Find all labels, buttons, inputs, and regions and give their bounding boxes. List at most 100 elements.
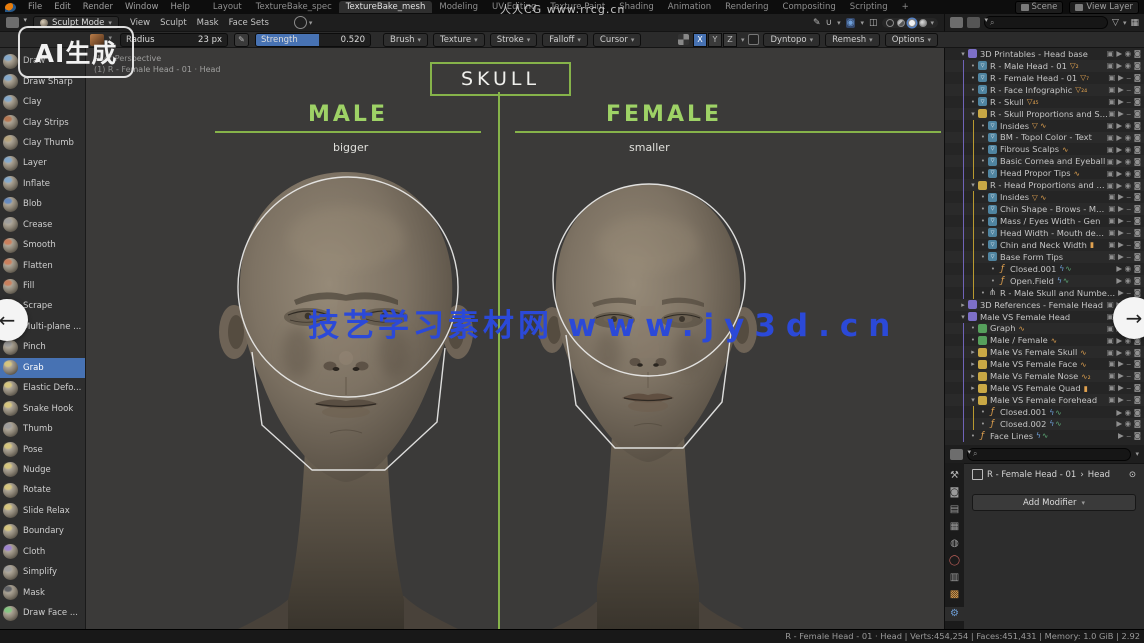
- exclude-checkbox-icon[interactable]: ▣: [1107, 157, 1114, 166]
- exclude-checkbox-icon[interactable]: ▣: [1107, 324, 1114, 333]
- viewport-menu-sculpt[interactable]: Sculpt: [155, 18, 192, 28]
- visibility-eye-icon[interactable]: ⌣: [1126, 192, 1131, 202]
- scene-selector[interactable]: Scene: [1015, 1, 1064, 14]
- visibility-eye-icon[interactable]: ⌣: [1126, 85, 1131, 95]
- render-camera-icon[interactable]: ◙: [1134, 169, 1141, 178]
- selectable-icon[interactable]: ▶: [1118, 85, 1124, 95]
- viewport-menu-view[interactable]: View: [125, 18, 155, 28]
- visibility-eye-icon[interactable]: ◉: [1125, 133, 1132, 142]
- tool-layer[interactable]: Layer: [0, 153, 85, 173]
- render-camera-icon[interactable]: ◙: [1134, 181, 1141, 190]
- render-camera-icon[interactable]: ◙: [1134, 276, 1141, 285]
- render-camera-icon[interactable]: ◙: [1134, 228, 1141, 238]
- selectable-icon[interactable]: ▶: [1116, 61, 1122, 70]
- properties-tab-render[interactable]: ◙: [945, 488, 964, 498]
- render-camera-icon[interactable]: ◙: [1134, 408, 1141, 417]
- tab-scripting[interactable]: Scripting: [843, 1, 895, 13]
- viewport-menu-mask[interactable]: Mask: [192, 18, 224, 28]
- visibility-eye-icon[interactable]: ⌣: [1126, 359, 1131, 369]
- tool-draw-face[interactable]: Draw Face ...: [0, 603, 85, 623]
- exclude-checkbox-icon[interactable]: ▣: [1107, 336, 1114, 345]
- outliner-editor-icon[interactable]: [950, 17, 963, 28]
- outliner-row[interactable]: •▽R - Skull▽₄₅▣▶⌣◙: [945, 96, 1144, 108]
- render-camera-icon[interactable]: ◙: [1134, 419, 1141, 428]
- visibility-eye-icon[interactable]: ⌣: [1126, 371, 1131, 381]
- outliner-row[interactable]: •▽R - Face Infographic▽₂₄▣▶⌣◙: [945, 84, 1144, 96]
- selectable-icon[interactable]: ▶: [1118, 109, 1124, 119]
- outliner-row[interactable]: •Male / Female∿▣▶◉◙: [945, 334, 1144, 346]
- visibility-eye-icon[interactable]: ◉: [1125, 157, 1132, 166]
- symmetry-y[interactable]: Y: [708, 33, 722, 47]
- outliner-row[interactable]: •▽Fibrous Scalps∿▣▶◉◙: [945, 143, 1144, 155]
- tab-compositing[interactable]: Compositing: [776, 1, 843, 13]
- popover-texture[interactable]: Texture: [433, 33, 485, 47]
- visibility-eye-icon[interactable]: ◉: [1125, 145, 1132, 154]
- tool-indicator[interactable]: ▾: [294, 16, 313, 29]
- outliner-row[interactable]: •▽R - Male Head - 01▽₂▣▶◉◙: [945, 60, 1144, 72]
- render-camera-icon[interactable]: ◙: [1134, 61, 1141, 70]
- exclude-checkbox-icon[interactable]: ▣: [1108, 371, 1115, 381]
- render-camera-icon[interactable]: ◙: [1134, 133, 1141, 142]
- selectable-icon[interactable]: ▶: [1118, 288, 1124, 298]
- pin-icon[interactable]: ⊙: [1129, 470, 1136, 480]
- xray-toggle-icon[interactable]: ◫: [869, 18, 878, 28]
- outliner-display-mode-icon[interactable]: [967, 17, 980, 28]
- shading-wireframe-icon[interactable]: [886, 19, 894, 27]
- outliner-row[interactable]: ▸Male VS Female Quad▮▣▶⌣◙: [945, 382, 1144, 394]
- popover-options[interactable]: Options: [885, 33, 938, 47]
- render-camera-icon[interactable]: ◙: [1134, 371, 1141, 381]
- visibility-eye-icon[interactable]: ⌣: [1126, 109, 1131, 119]
- exclude-checkbox-icon[interactable]: ▣: [1107, 181, 1114, 190]
- render-camera-icon[interactable]: ◙: [1134, 145, 1141, 154]
- menu-file[interactable]: File: [22, 2, 48, 12]
- tool-snake-hook[interactable]: Snake Hook: [0, 398, 85, 418]
- visibility-eye-icon[interactable]: ◉: [1125, 348, 1132, 357]
- render-camera-icon[interactable]: ◙: [1134, 49, 1141, 58]
- tab-rendering[interactable]: Rendering: [718, 1, 775, 13]
- outliner-row[interactable]: •▽Chin and Neck Width▮▣▶⌣◙: [945, 239, 1144, 251]
- visibility-eye-icon[interactable]: ⌣: [1126, 73, 1131, 83]
- visibility-eye-icon[interactable]: ◉: [1125, 276, 1132, 285]
- pressure-sensitivity-icon[interactable]: ✎: [234, 33, 249, 47]
- visibility-eye-icon[interactable]: ⌣: [1126, 252, 1131, 262]
- breadcrumb-data[interactable]: Head: [1088, 470, 1110, 480]
- outliner-row[interactable]: •▽BM - Topol Color - Text▣▶◉◙: [945, 132, 1144, 144]
- selectable-icon[interactable]: ▶: [1118, 371, 1124, 381]
- visibility-eye-icon[interactable]: ⌣: [1126, 240, 1131, 250]
- properties-tab-tool[interactable]: ⚒: [945, 471, 964, 481]
- render-camera-icon[interactable]: ◙: [1134, 359, 1141, 369]
- visibility-eye-icon[interactable]: ⌣: [1126, 97, 1131, 107]
- tab-modeling[interactable]: Modeling: [432, 1, 485, 13]
- shading-material-icon[interactable]: [908, 19, 916, 27]
- dyntopo-checkbox[interactable]: [748, 34, 759, 45]
- render-camera-icon[interactable]: ◙: [1134, 264, 1141, 273]
- exclude-checkbox-icon[interactable]: ▣: [1107, 348, 1114, 357]
- tool-clay-strips[interactable]: Clay Strips: [0, 112, 85, 132]
- visibility-eye-icon[interactable]: ◉: [1125, 408, 1132, 417]
- render-camera-icon[interactable]: ◙: [1134, 204, 1141, 214]
- popover-remesh[interactable]: Remesh: [825, 33, 880, 47]
- exclude-checkbox-icon[interactable]: ▣: [1108, 228, 1115, 238]
- selectable-icon[interactable]: ▶: [1116, 49, 1122, 58]
- popover-stroke[interactable]: Stroke: [490, 33, 538, 47]
- selectable-icon[interactable]: ▶: [1118, 240, 1124, 250]
- new-collection-icon[interactable]: ▦: [1130, 18, 1139, 28]
- exclude-checkbox-icon[interactable]: ▣: [1108, 192, 1115, 202]
- tool-smooth[interactable]: Smooth: [0, 235, 85, 255]
- exclude-checkbox-icon[interactable]: ▣: [1107, 49, 1114, 58]
- render-camera-icon[interactable]: ◙: [1134, 431, 1141, 441]
- tool-slide-relax[interactable]: Slide Relax: [0, 501, 85, 521]
- selectable-icon[interactable]: ▶: [1118, 97, 1124, 107]
- strength-slider[interactable]: Strength0.520: [255, 33, 371, 47]
- outliner-row[interactable]: •ƒClosed.001ϟ∿▶◉◙: [945, 263, 1144, 275]
- outliner-search-input[interactable]: ⌕: [984, 16, 1108, 29]
- tool-thumb[interactable]: Thumb: [0, 419, 85, 439]
- menu-window[interactable]: Window: [119, 2, 165, 12]
- selectable-icon[interactable]: ▶: [1116, 181, 1122, 190]
- menu-edit[interactable]: Edit: [48, 2, 76, 12]
- outliner-row[interactable]: •▽Basic Cornea and Eyeball▣▶◉◙: [945, 155, 1144, 167]
- tool-simplify[interactable]: Simplify: [0, 562, 85, 582]
- visibility-eye-icon[interactable]: ◉: [1125, 169, 1132, 178]
- outliner-row[interactable]: •▽Chin Shape - Brows - Mouth▣▶⌣◙: [945, 203, 1144, 215]
- shading-rendered-icon[interactable]: [919, 19, 927, 27]
